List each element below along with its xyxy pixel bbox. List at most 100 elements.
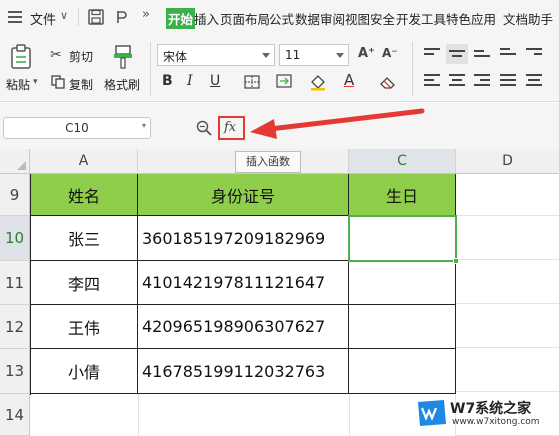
tab-data[interactable]: 数据: [295, 9, 320, 28]
fill-color-icon[interactable]: [309, 73, 327, 91]
table-cell[interactable]: 李四: [31, 261, 138, 305]
column-header-d[interactable]: D: [456, 149, 559, 174]
red-arrow-annotation: [250, 108, 425, 139]
menu-bar: 文件 ∨ » 开始 插入 页面布局 公式 数据 审阅 视图 安全 开发工具 特色…: [0, 0, 559, 36]
tooltip-text: 插入函数: [246, 155, 290, 168]
table-header-cell[interactable]: 身份证号: [138, 174, 349, 216]
divider: [150, 42, 151, 96]
tab-view[interactable]: 视图: [345, 9, 370, 28]
fill-handle[interactable]: [453, 258, 459, 264]
divider: [138, 394, 139, 436]
table-cell[interactable]: 小倩: [31, 349, 138, 394]
spreadsheet-grid: A B C D 9 10 11 12 13 14 姓名 身份证号 生日 张三 3…: [0, 149, 559, 436]
divider: [349, 394, 350, 436]
table-cell[interactable]: [349, 261, 456, 305]
divider: [78, 8, 79, 26]
tab-formulas[interactable]: 公式: [269, 9, 294, 28]
insert-function-button[interactable]: fx: [218, 116, 245, 140]
name-box-value: C10: [65, 121, 89, 135]
tab-page-layout[interactable]: 页面布局: [220, 9, 270, 28]
cut-button[interactable]: 剪切: [69, 48, 93, 65]
table-header-cell[interactable]: 生日: [349, 174, 456, 216]
table-cell[interactable]: 360185197209182969: [138, 216, 349, 261]
align-right-icon[interactable]: [474, 74, 490, 86]
formula-bar: C10 ▾ fx 插入函数: [0, 103, 559, 173]
font-size-value: 11: [285, 48, 301, 62]
justify-icon[interactable]: [500, 74, 516, 86]
italic-button[interactable]: I: [187, 73, 193, 89]
align-center-icon[interactable]: [449, 74, 465, 86]
align-left-icon[interactable]: [424, 74, 440, 86]
row-header[interactable]: 12: [0, 305, 30, 349]
row-header[interactable]: 10: [0, 216, 30, 261]
align-top-icon[interactable]: [424, 48, 440, 60]
paste-button[interactable]: 粘贴: [6, 76, 30, 93]
row-header[interactable]: 14: [0, 394, 30, 436]
tab-developer[interactable]: 开发工具: [396, 9, 446, 28]
tab-doc-assistant[interactable]: 文档助手: [503, 9, 553, 28]
fx-label: fx: [224, 120, 237, 135]
ribbon: 粘贴 ▾ ✂ 剪切 复制 格式刷 宋体 11 A⁺ A⁻ B I U A: [0, 36, 559, 102]
empty-row: [30, 394, 456, 436]
undo-icon[interactable]: [114, 9, 130, 25]
column-header-a[interactable]: A: [30, 149, 138, 174]
font-color-button[interactable]: A: [344, 71, 354, 89]
scissors-icon: ✂: [50, 47, 62, 63]
text-direction-icon[interactable]: [500, 48, 516, 60]
zoom-icon[interactable]: [196, 120, 212, 136]
tab-security[interactable]: 安全: [370, 9, 395, 28]
align-middle-icon[interactable]: [449, 50, 465, 62]
format-painter-icon[interactable]: [112, 44, 134, 70]
corner-triangle-icon: [17, 161, 26, 170]
divider: [412, 42, 413, 96]
grow-font-button[interactable]: A⁺: [358, 46, 375, 61]
distributed-icon[interactable]: [526, 74, 542, 86]
chevron-down-icon[interactable]: ∨: [60, 9, 68, 22]
tab-insert[interactable]: 插入: [194, 9, 219, 28]
table-cell[interactable]: 张三: [31, 216, 138, 261]
save-icon[interactable]: [88, 9, 104, 25]
watermark-site: W7系统之家: [450, 401, 532, 417]
file-menu[interactable]: 文件: [30, 9, 56, 28]
table-cell[interactable]: 420965198906307627: [138, 305, 349, 349]
watermark-logo: W7系统之家 www.w7xitong.com: [416, 396, 556, 432]
underline-button[interactable]: U: [210, 73, 220, 89]
select-all-corner[interactable]: [0, 149, 30, 174]
format-painter-button[interactable]: 格式刷: [104, 76, 140, 93]
table-cell[interactable]: 410142197811121647: [138, 261, 349, 305]
bold-button[interactable]: B: [162, 73, 173, 89]
font-name-value: 宋体: [163, 50, 188, 64]
align-bottom-icon[interactable]: [474, 50, 490, 62]
table-cell[interactable]: 王伟: [31, 305, 138, 349]
more-icon[interactable]: »: [142, 7, 150, 22]
row-header[interactable]: 11: [0, 261, 30, 305]
table-cell[interactable]: [349, 349, 456, 394]
row-header[interactable]: 9: [0, 174, 30, 216]
tab-special-apps[interactable]: 特色应用: [446, 9, 496, 28]
borders-icon[interactable]: [244, 75, 260, 89]
clear-format-icon[interactable]: [379, 75, 397, 89]
tooltip: 插入函数: [235, 151, 301, 173]
copy-button[interactable]: 复制: [69, 76, 93, 93]
row-header[interactable]: 13: [0, 349, 30, 394]
column-header-c[interactable]: C: [349, 149, 456, 174]
paste-icon[interactable]: [9, 44, 33, 70]
font-name-select[interactable]: 宋体: [157, 44, 275, 66]
table-cell[interactable]: [349, 305, 456, 349]
copy-icon: [51, 75, 65, 89]
w7-logo-icon: [418, 400, 446, 426]
active-cell-selection[interactable]: [348, 215, 457, 262]
tab-home[interactable]: 开始: [166, 8, 196, 29]
table-header-cell[interactable]: 姓名: [31, 174, 138, 216]
name-box[interactable]: C10: [3, 117, 151, 139]
chevron-down-icon[interactable]: ▾: [33, 77, 38, 87]
merge-icon[interactable]: [276, 74, 294, 90]
tab-review[interactable]: 审阅: [320, 9, 345, 28]
font-size-select[interactable]: 11: [279, 44, 349, 66]
indent-icon[interactable]: [526, 48, 542, 60]
shrink-font-button[interactable]: A⁻: [382, 46, 398, 60]
chevron-down-icon[interactable]: ▾: [142, 121, 146, 130]
hamburger-icon[interactable]: [8, 11, 22, 23]
table-cell[interactable]: 416785199112032763: [138, 349, 349, 394]
watermark-url: www.w7xitong.com: [452, 417, 540, 427]
